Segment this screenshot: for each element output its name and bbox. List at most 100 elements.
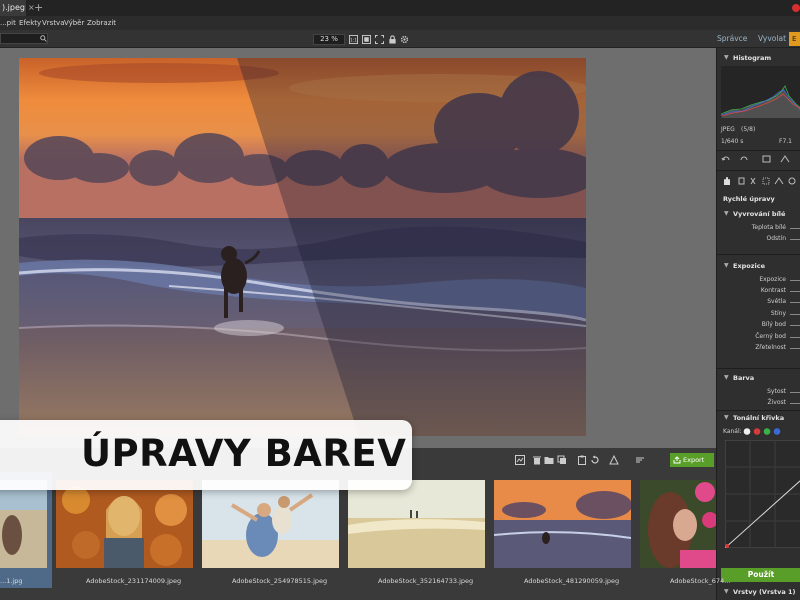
fullscreen-icon[interactable] xyxy=(375,35,384,44)
contrast-slider[interactable] xyxy=(790,291,800,292)
vibrance-slider[interactable] xyxy=(790,403,800,404)
shutter-speed-value: 1/640 s xyxy=(721,138,744,145)
folder-icon[interactable] xyxy=(544,455,554,465)
shadows-slider[interactable] xyxy=(790,314,800,315)
highlights-label: Světla xyxy=(767,298,786,305)
collapse-arrow-icon: ▼ xyxy=(724,374,729,381)
sort-icon[interactable] xyxy=(635,455,645,465)
app-window: ).jpeg × + ...pit Efekty Vrstva Výběr Zo… xyxy=(0,0,800,600)
histogram-section-header[interactable]: ▼ Histogram xyxy=(717,52,800,64)
channel-selector[interactable] xyxy=(743,427,783,436)
tone-curve-graph[interactable] xyxy=(725,440,800,548)
layers-section-header[interactable]: ▼ Vrstvy (Vrstva 1) xyxy=(717,586,800,598)
divider xyxy=(717,150,800,151)
exposure-slider[interactable] xyxy=(790,280,800,281)
menu-item-view[interactable]: Zobrazit xyxy=(87,16,116,30)
image-index-label: (5/8) xyxy=(741,126,756,133)
apply-button[interactable]: Použít xyxy=(721,568,800,582)
exposure-section-header[interactable]: ▼ Expozice xyxy=(717,260,800,272)
menu-item-layer[interactable]: Vrstva xyxy=(42,16,65,30)
thumbnail-label: AdobeStock_674... xyxy=(670,577,731,585)
banner-title: ÚPRAVY BAREV xyxy=(81,432,407,475)
paste-icon[interactable] xyxy=(577,455,587,465)
main-photo[interactable] xyxy=(19,58,586,436)
divider xyxy=(717,410,800,411)
tab-editor-active[interactable]: E xyxy=(789,32,800,46)
channel-label: Kanál: xyxy=(723,428,742,435)
tab-manager[interactable]: Správce xyxy=(717,30,747,48)
white-point-label: Bílý bod xyxy=(761,321,786,328)
gallery-icon[interactable] xyxy=(515,455,525,465)
menu-item-selection[interactable]: Výběr xyxy=(64,16,84,30)
thumbnail-5[interactable] xyxy=(494,480,631,568)
document-tab[interactable]: ).jpeg xyxy=(0,0,26,16)
search-input[interactable] xyxy=(0,33,48,44)
new-tab-button[interactable]: + xyxy=(34,0,43,16)
thumbnail-1[interactable] xyxy=(0,480,47,568)
image-format-label: JPEG xyxy=(721,126,735,133)
export-button[interactable]: Export xyxy=(670,453,714,467)
copy-icon[interactable] xyxy=(557,455,567,465)
tint-slider[interactable] xyxy=(790,239,800,240)
menu-item-effects[interactable]: Efekty xyxy=(19,16,41,30)
delete-icon[interactable] xyxy=(532,455,542,465)
highlights-slider[interactable] xyxy=(790,302,800,303)
divider xyxy=(717,254,800,255)
tool-icons-row[interactable] xyxy=(721,176,800,186)
right-panel: ▼ Histogram JPEG (5/8) 1/640 s F7.1 Rych… xyxy=(716,48,800,600)
menu-bar: ...pit Efekty Vrstva Výběr Zobrazit xyxy=(0,16,800,30)
tint-label: Odstín xyxy=(766,235,786,242)
search-icon xyxy=(40,35,47,42)
thumbnail-image xyxy=(640,480,716,568)
color-title: Barva xyxy=(733,374,755,382)
white-point-slider[interactable] xyxy=(790,325,800,326)
thumbnail-6[interactable] xyxy=(640,480,716,568)
contrast-label: Kontrast xyxy=(760,287,786,294)
zoom-actual-size-icon[interactable]: 1:1 xyxy=(349,35,358,44)
color-section-header[interactable]: ▼ Barva xyxy=(717,372,800,384)
saturation-label: Sytost xyxy=(767,388,786,395)
clarity-label: Zřetelnost xyxy=(755,344,786,351)
export-icon xyxy=(673,456,681,464)
undo-redo-toolbar[interactable] xyxy=(721,154,799,164)
export-button-label: Export xyxy=(683,456,705,464)
rotate-icon[interactable] xyxy=(590,455,600,465)
thumbnail-2[interactable] xyxy=(56,480,193,568)
white-balance-title: Vyvrování bílé xyxy=(733,210,786,218)
tone-curve-section-header[interactable]: ▼ Tonální křivka xyxy=(717,412,800,424)
divider xyxy=(717,368,800,369)
collapse-arrow-icon: ▼ xyxy=(724,210,729,217)
histogram-title: Histogram xyxy=(733,54,772,62)
tab-develop[interactable]: Vyvolat xyxy=(758,30,786,48)
tone-curve-title: Tonální křivka xyxy=(733,414,785,422)
share-icon[interactable] xyxy=(609,455,619,465)
thumbnail-image xyxy=(202,480,339,568)
thumbnail-image xyxy=(56,480,193,568)
document-tab-title: ).jpeg xyxy=(2,3,25,12)
saturation-slider[interactable] xyxy=(790,392,800,393)
collapse-arrow-icon: ▼ xyxy=(724,414,729,421)
shadows-label: Stíny xyxy=(770,310,786,317)
menu-item-file[interactable]: ...pit xyxy=(0,16,16,30)
zoom-level-value: 23 % xyxy=(320,35,338,43)
thumbnail-image xyxy=(348,480,485,568)
white-balance-section-header[interactable]: ▼ Vyvrování bílé xyxy=(717,208,800,220)
fit-to-window-icon[interactable] xyxy=(362,35,371,44)
thumbnail-label: AdobeStock_352164733.jpeg xyxy=(378,577,474,585)
temperature-slider[interactable] xyxy=(790,228,800,229)
thumbnail-3[interactable] xyxy=(202,480,339,568)
exposure-title: Expozice xyxy=(733,262,766,270)
lock-icon[interactable] xyxy=(388,35,397,44)
zoom-level-field[interactable]: 23 % xyxy=(313,34,345,45)
collapse-arrow-icon: ▼ xyxy=(724,588,729,595)
thumbnail-4[interactable] xyxy=(348,480,485,568)
tab-editor-label: E xyxy=(792,35,797,43)
quick-edits-title: Rychlé úpravy xyxy=(723,195,775,203)
collapse-arrow-icon: ▼ xyxy=(724,262,729,269)
clarity-slider[interactable] xyxy=(790,348,800,349)
histogram-chart xyxy=(721,66,800,118)
black-point-slider[interactable] xyxy=(790,337,800,338)
settings-gear-icon[interactable] xyxy=(400,35,409,44)
exposure-label: Expozice xyxy=(759,276,786,283)
sunset-beach-dog-image xyxy=(19,58,586,436)
